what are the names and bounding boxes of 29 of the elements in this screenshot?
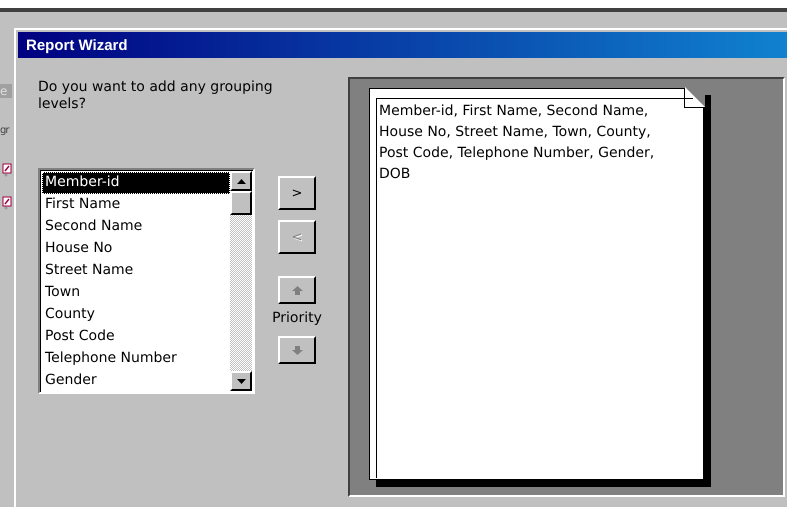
move-button[interactable]: >: [278, 176, 316, 210]
folded-corner: [685, 87, 705, 107]
cut-text: e: [0, 84, 12, 98]
list-item[interactable]: Town: [42, 282, 230, 304]
list-item[interactable]: Telephone Number: [42, 348, 230, 370]
scroll-down-button[interactable]: [230, 371, 252, 391]
question-text: Do you want to add any grouping levels?: [38, 79, 274, 113]
scroll-thumb[interactable]: [230, 191, 252, 215]
up-triangle-icon: [236, 178, 246, 184]
up-arrow-icon: [292, 286, 302, 294]
cut-text: gr: [0, 125, 8, 136]
list-item[interactable]: Street Name: [42, 260, 230, 282]
list-item[interactable]: First Name: [42, 194, 230, 216]
field-list[interactable]: Member-id First Name Second Name House No Street Name Town County Post Code Telephone Number Gender: [38, 168, 255, 394]
down-arrow-icon: [292, 346, 302, 354]
list-item[interactable]: Post Code: [42, 326, 230, 348]
list-item[interactable]: Member-id: [42, 172, 230, 194]
report-icon: [2, 196, 12, 210]
down-triangle-icon: [236, 378, 246, 384]
priority-label: Priority: [272, 310, 322, 326]
list-item[interactable]: Gender: [42, 370, 230, 392]
preview-text: Member-id, First Name, Second Name, House No, Street Name, Town, County, Post Code, Telephone Number, Gender, DOB: [379, 102, 656, 184]
scrollbar[interactable]: [230, 171, 252, 391]
report-icon: [2, 163, 12, 177]
list-item[interactable]: Second Name: [42, 216, 230, 238]
list-item[interactable]: County: [42, 304, 230, 326]
window-title: Report Wizard: [26, 36, 128, 54]
list-item[interactable]: House No: [42, 238, 230, 260]
scroll-up-button[interactable]: [230, 171, 252, 191]
